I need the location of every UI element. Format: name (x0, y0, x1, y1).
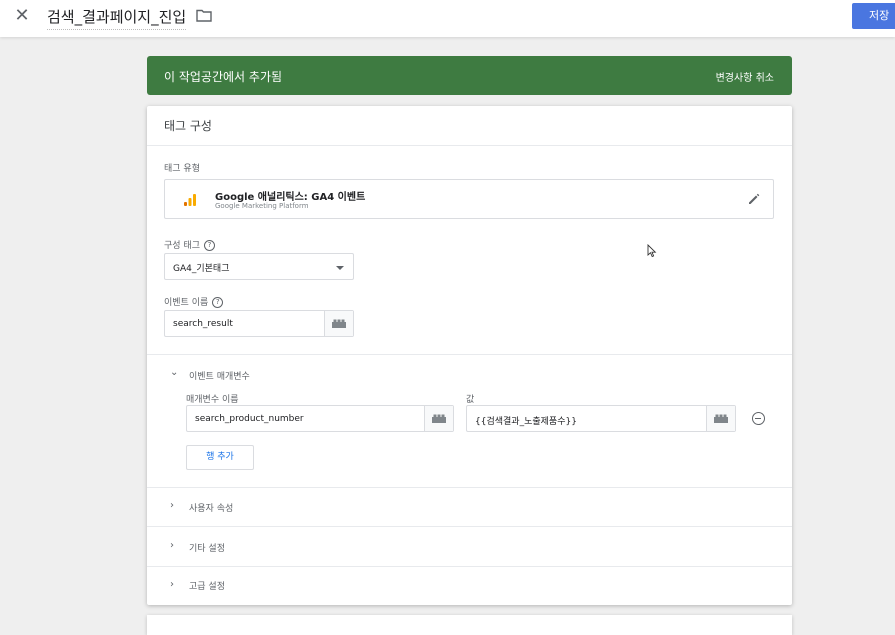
card-title: 태그 구성 (164, 119, 212, 133)
help-icon[interactable]: ? (212, 297, 224, 308)
tag-type-subtitle: Google Marketing Platform (215, 202, 309, 210)
more-settings-label: 기타 설정 (189, 544, 225, 554)
tag-type-name: Google 애널리틱스: GA4 이벤트 (215, 192, 366, 203)
variable-picker-button[interactable] (424, 406, 453, 431)
user-properties-section[interactable]: › 사용자 속성 (147, 488, 792, 526)
chevron-down-icon: ⌄ (170, 367, 179, 378)
tag-type-selector[interactable]: Google 애널리틱스: GA4 이벤트 Google Marketing P… (164, 179, 774, 219)
triggering-card-edge (147, 615, 792, 635)
remove-row-icon[interactable] (752, 412, 765, 425)
lego-brick-icon (714, 414, 728, 423)
config-tag-select[interactable]: GA4_기본태그 (164, 253, 354, 280)
user-properties-label: 사용자 속성 (189, 504, 234, 514)
event-params-section-header[interactable]: ⌄ 이벤트 매개변수 (147, 356, 792, 394)
tag-title[interactable]: 검색_결과페이지_진입 (47, 6, 187, 30)
tag-type-label: 태그 유형 (164, 164, 200, 174)
config-tag-label: 구성 태그 (164, 241, 200, 251)
param-name-value: search_product_number (195, 414, 304, 424)
chevron-right-icon: › (170, 500, 174, 511)
top-bar: ✕ 검색_결과페이지_진입 저장 (0, 0, 895, 37)
advanced-settings-section[interactable]: › 고급 설정 (147, 567, 792, 605)
chevron-down-icon (336, 266, 344, 270)
chevron-right-icon: › (170, 579, 174, 590)
discard-changes-link[interactable]: 변경사항 취소 (716, 69, 774, 84)
config-tag-label-row: 구성 태그? (164, 238, 215, 251)
variable-picker-button[interactable] (706, 406, 735, 431)
event-name-value: search_result (173, 319, 233, 329)
param-name-input[interactable]: search_product_number (186, 405, 454, 432)
chevron-right-icon: › (170, 540, 174, 551)
param-value-input[interactable]: {{검색결과_노출제품수}} (466, 405, 736, 432)
event-name-label: 이벤트 이름 (164, 298, 209, 308)
tag-configuration-card: 태그 구성 태그 유형 Google 애널리틱스: GA4 이벤트 Google… (147, 106, 792, 605)
param-name-header: 매개변수 이름 (186, 395, 239, 405)
advanced-settings-label: 고급 설정 (189, 582, 225, 592)
more-settings-section[interactable]: › 기타 설정 (147, 527, 792, 565)
lego-brick-icon (432, 414, 446, 423)
help-icon[interactable]: ? (203, 240, 215, 251)
mouse-cursor-icon (647, 244, 657, 258)
divider (147, 145, 792, 146)
workspace-banner: 이 작업공간에서 추가됨 변경사항 취소 (147, 56, 792, 95)
google-analytics-icon (184, 194, 196, 206)
lego-brick-icon (332, 319, 346, 328)
event-name-input[interactable]: search_result (164, 310, 354, 337)
divider (147, 354, 792, 355)
param-value-header: 값 (466, 395, 475, 405)
config-tag-value: GA4_기본태그 (173, 264, 230, 274)
param-value-value: {{검색결과_노출제품수}} (475, 417, 577, 427)
pencil-icon[interactable] (747, 192, 761, 206)
variable-picker-button[interactable] (324, 311, 353, 336)
event-name-label-row: 이벤트 이름? (164, 295, 224, 308)
event-params-label: 이벤트 매개변수 (189, 372, 250, 382)
folder-icon[interactable] (196, 9, 212, 22)
banner-text: 이 작업공간에서 추가됨 (164, 70, 283, 84)
add-row-button[interactable]: 행 추가 (186, 445, 254, 470)
close-icon[interactable]: ✕ (12, 5, 32, 26)
save-button[interactable]: 저장 (852, 3, 895, 29)
